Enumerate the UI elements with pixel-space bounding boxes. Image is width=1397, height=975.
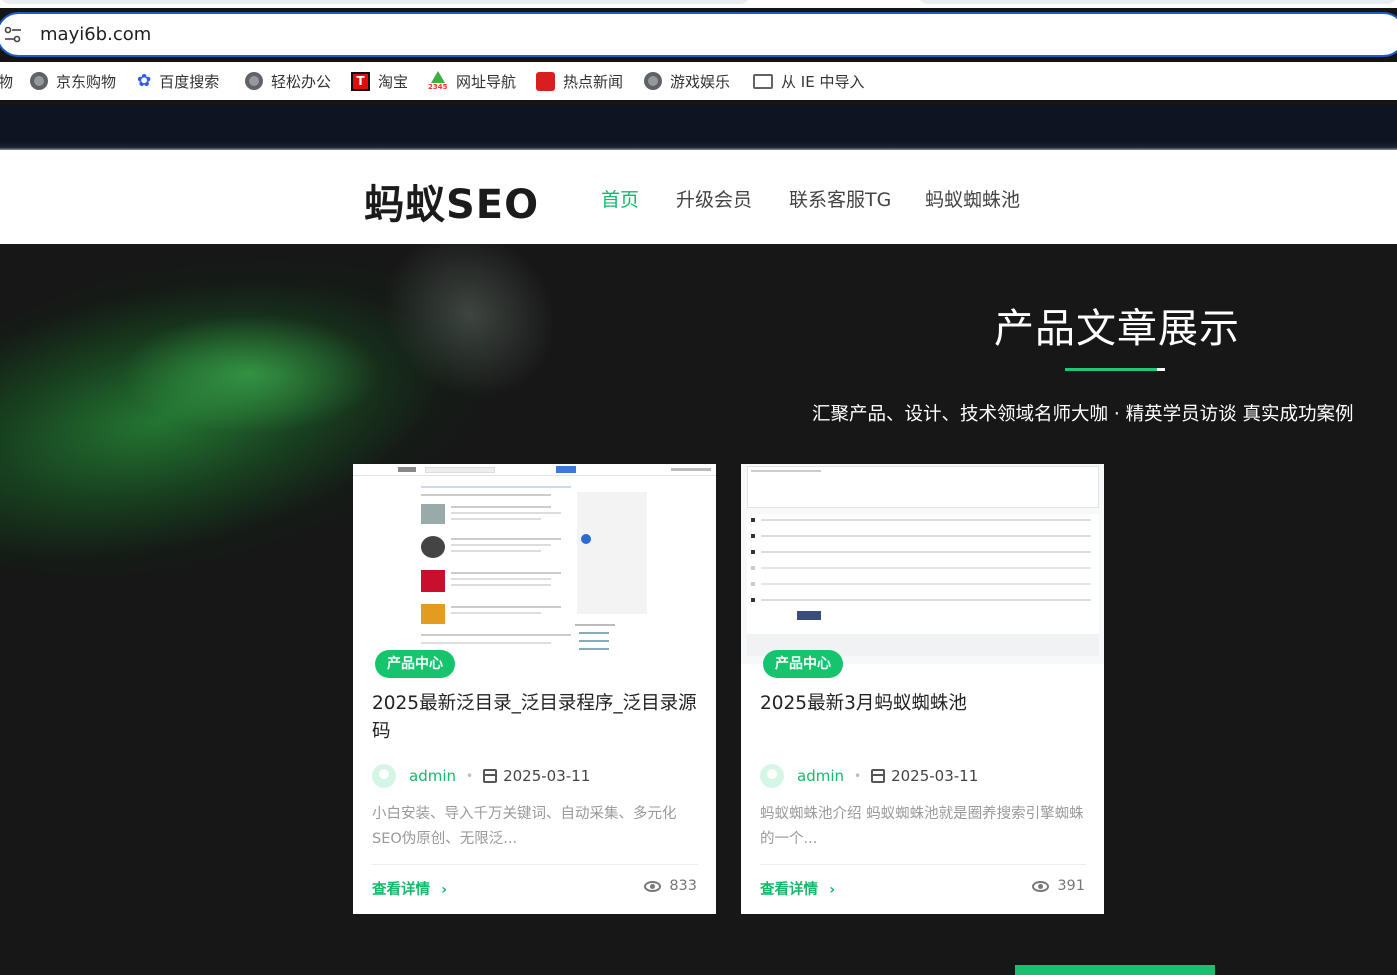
author-link[interactable]: admin (797, 767, 844, 785)
article-meta: admin • 2025-03-11 (372, 764, 590, 788)
eye-icon (1032, 880, 1050, 892)
view-count-value: 833 (669, 878, 697, 894)
calendar-icon (871, 769, 886, 783)
bookmark-label: 京东购物 (56, 72, 117, 91)
browser-tab[interactable] (918, 0, 1397, 4)
news-icon (536, 71, 555, 91)
bookmark-label: 游戏娱乐 (670, 72, 731, 91)
bookmarks-bar: 物 京东购物 ✿ 百度搜索 轻松办公 T 淘宝 2345 网址导航 热点新闻 游… (0, 62, 1397, 100)
section-subtitle: 汇聚产品、设计、技术领域名师大咖 · 精英学员访谈 真实成功案例 (812, 404, 1354, 425)
bookmark-label: 热点新闻 (563, 72, 624, 91)
hero-section: 产品文章展示 汇聚产品、设计、技术领域名师大咖 · 精英学员访谈 真实成功案例 (0, 244, 1397, 975)
bookmark-label: 网址导航 (456, 72, 517, 91)
browser-tab[interactable] (0, 0, 750, 4)
article-card[interactable]: 产品中心 2025最新泛目录_泛目录程序_泛目录源码 admin • 2025-… (353, 464, 716, 914)
bookmark-item[interactable]: 游戏娱乐 (644, 70, 730, 92)
title-underline (1065, 368, 1165, 371)
article-meta: admin • 2025-03-11 (760, 764, 978, 788)
category-badge[interactable]: 产品中心 (375, 650, 455, 678)
bookmark-item[interactable]: 物 (0, 70, 13, 92)
article-card[interactable]: 产品中心 2025最新3月蚂蚁蜘蛛池 admin • 2025-03-11 蚂蚁… (741, 464, 1104, 914)
bookmark-label: 从 IE 中导入 (781, 72, 865, 91)
site-logo[interactable]: 蚂蚁SEO (364, 172, 539, 230)
article-title[interactable]: 2025最新泛目录_泛目录程序_泛目录源码 (372, 690, 702, 746)
bookmark-item[interactable]: 京东购物 (30, 70, 116, 92)
meta-separator: • (466, 769, 474, 783)
publish-date: 2025-03-11 (503, 767, 591, 785)
category-badge[interactable]: 产品中心 (763, 650, 843, 678)
bookmark-label: 百度搜索 (159, 72, 220, 91)
url-text: mayi6b.com (40, 24, 152, 45)
bookmark-item[interactable]: 从 IE 中导入 (753, 70, 864, 92)
bookmark-label: 淘宝 (378, 72, 409, 91)
baidu-paw-icon: ✿ (137, 71, 152, 91)
site-header: 蚂蚁SEO 首页 升级会员 联系客服TG 蚂蚁蜘蛛池 (0, 150, 1397, 244)
site-top-bar (0, 106, 1397, 152)
publish-date: 2025-03-11 (891, 767, 979, 785)
globe-icon (245, 72, 263, 90)
bookmark-label: 物 (0, 72, 14, 91)
article-excerpt: 蚂蚁蜘蛛池介绍 蚂蚁蜘蛛池就是圈养搜索引擎蜘蛛的一个... (760, 806, 1084, 847)
bookmark-item[interactable]: 热点新闻 (536, 70, 623, 92)
nav-item-spider-pool[interactable]: 蚂蚁蜘蛛池 (925, 185, 1020, 212)
meta-separator: • (854, 769, 862, 783)
avatar (372, 764, 396, 788)
article-title[interactable]: 2025最新3月蚂蚁蜘蛛池 (760, 690, 1090, 718)
nav-item-upgrade-member[interactable]: 升级会员 (676, 185, 752, 212)
chevron-right-icon: › (441, 882, 448, 898)
avatar (760, 764, 784, 788)
browser-tab-strip (0, 0, 1397, 8)
card-divider (372, 864, 698, 865)
read-more-label: 查看详情 (760, 882, 818, 898)
view-count: 391 (1032, 878, 1085, 894)
read-more-label: 查看详情 (372, 882, 430, 898)
nav-item-home[interactable]: 首页 (601, 185, 639, 212)
article-thumbnail[interactable] (741, 464, 1104, 664)
view-count: 833 (644, 878, 697, 894)
bookmark-item[interactable]: T 淘宝 (351, 70, 408, 92)
eye-icon (644, 880, 662, 892)
address-bar[interactable]: mayi6b.com (0, 12, 1397, 57)
taobao-icon: T (351, 71, 370, 91)
globe-icon (30, 72, 48, 90)
article-excerpt: 小白安装、导入千万关键词、自动采集、多元化SEO伪原创、无限泛... (372, 806, 677, 847)
bookmark-item[interactable]: ✿ 百度搜索 (137, 70, 219, 92)
nav-item-contact-support[interactable]: 联系客服TG (789, 185, 891, 212)
folder-icon (753, 73, 773, 89)
bookmark-item[interactable]: 2345 网址导航 (428, 70, 516, 92)
2345-nav-icon: 2345 (428, 71, 448, 91)
chevron-right-icon: › (829, 882, 836, 898)
calendar-icon (483, 769, 498, 783)
article-thumbnail[interactable] (353, 464, 716, 664)
site-settings-icon[interactable] (4, 26, 22, 44)
load-more-button[interactable] (1015, 965, 1215, 975)
card-divider (760, 864, 1086, 865)
view-count-value: 391 (1057, 878, 1085, 894)
bookmark-item[interactable]: 轻松办公 (245, 70, 331, 92)
globe-icon (644, 72, 662, 90)
hero-background-glow (120, 314, 380, 434)
read-more-link[interactable]: 查看详情 › (372, 878, 447, 899)
read-more-link[interactable]: 查看详情 › (760, 878, 835, 899)
section-title: 产品文章展示 (994, 306, 1240, 352)
author-link[interactable]: admin (409, 767, 456, 785)
bookmark-label: 轻松办公 (271, 72, 332, 91)
